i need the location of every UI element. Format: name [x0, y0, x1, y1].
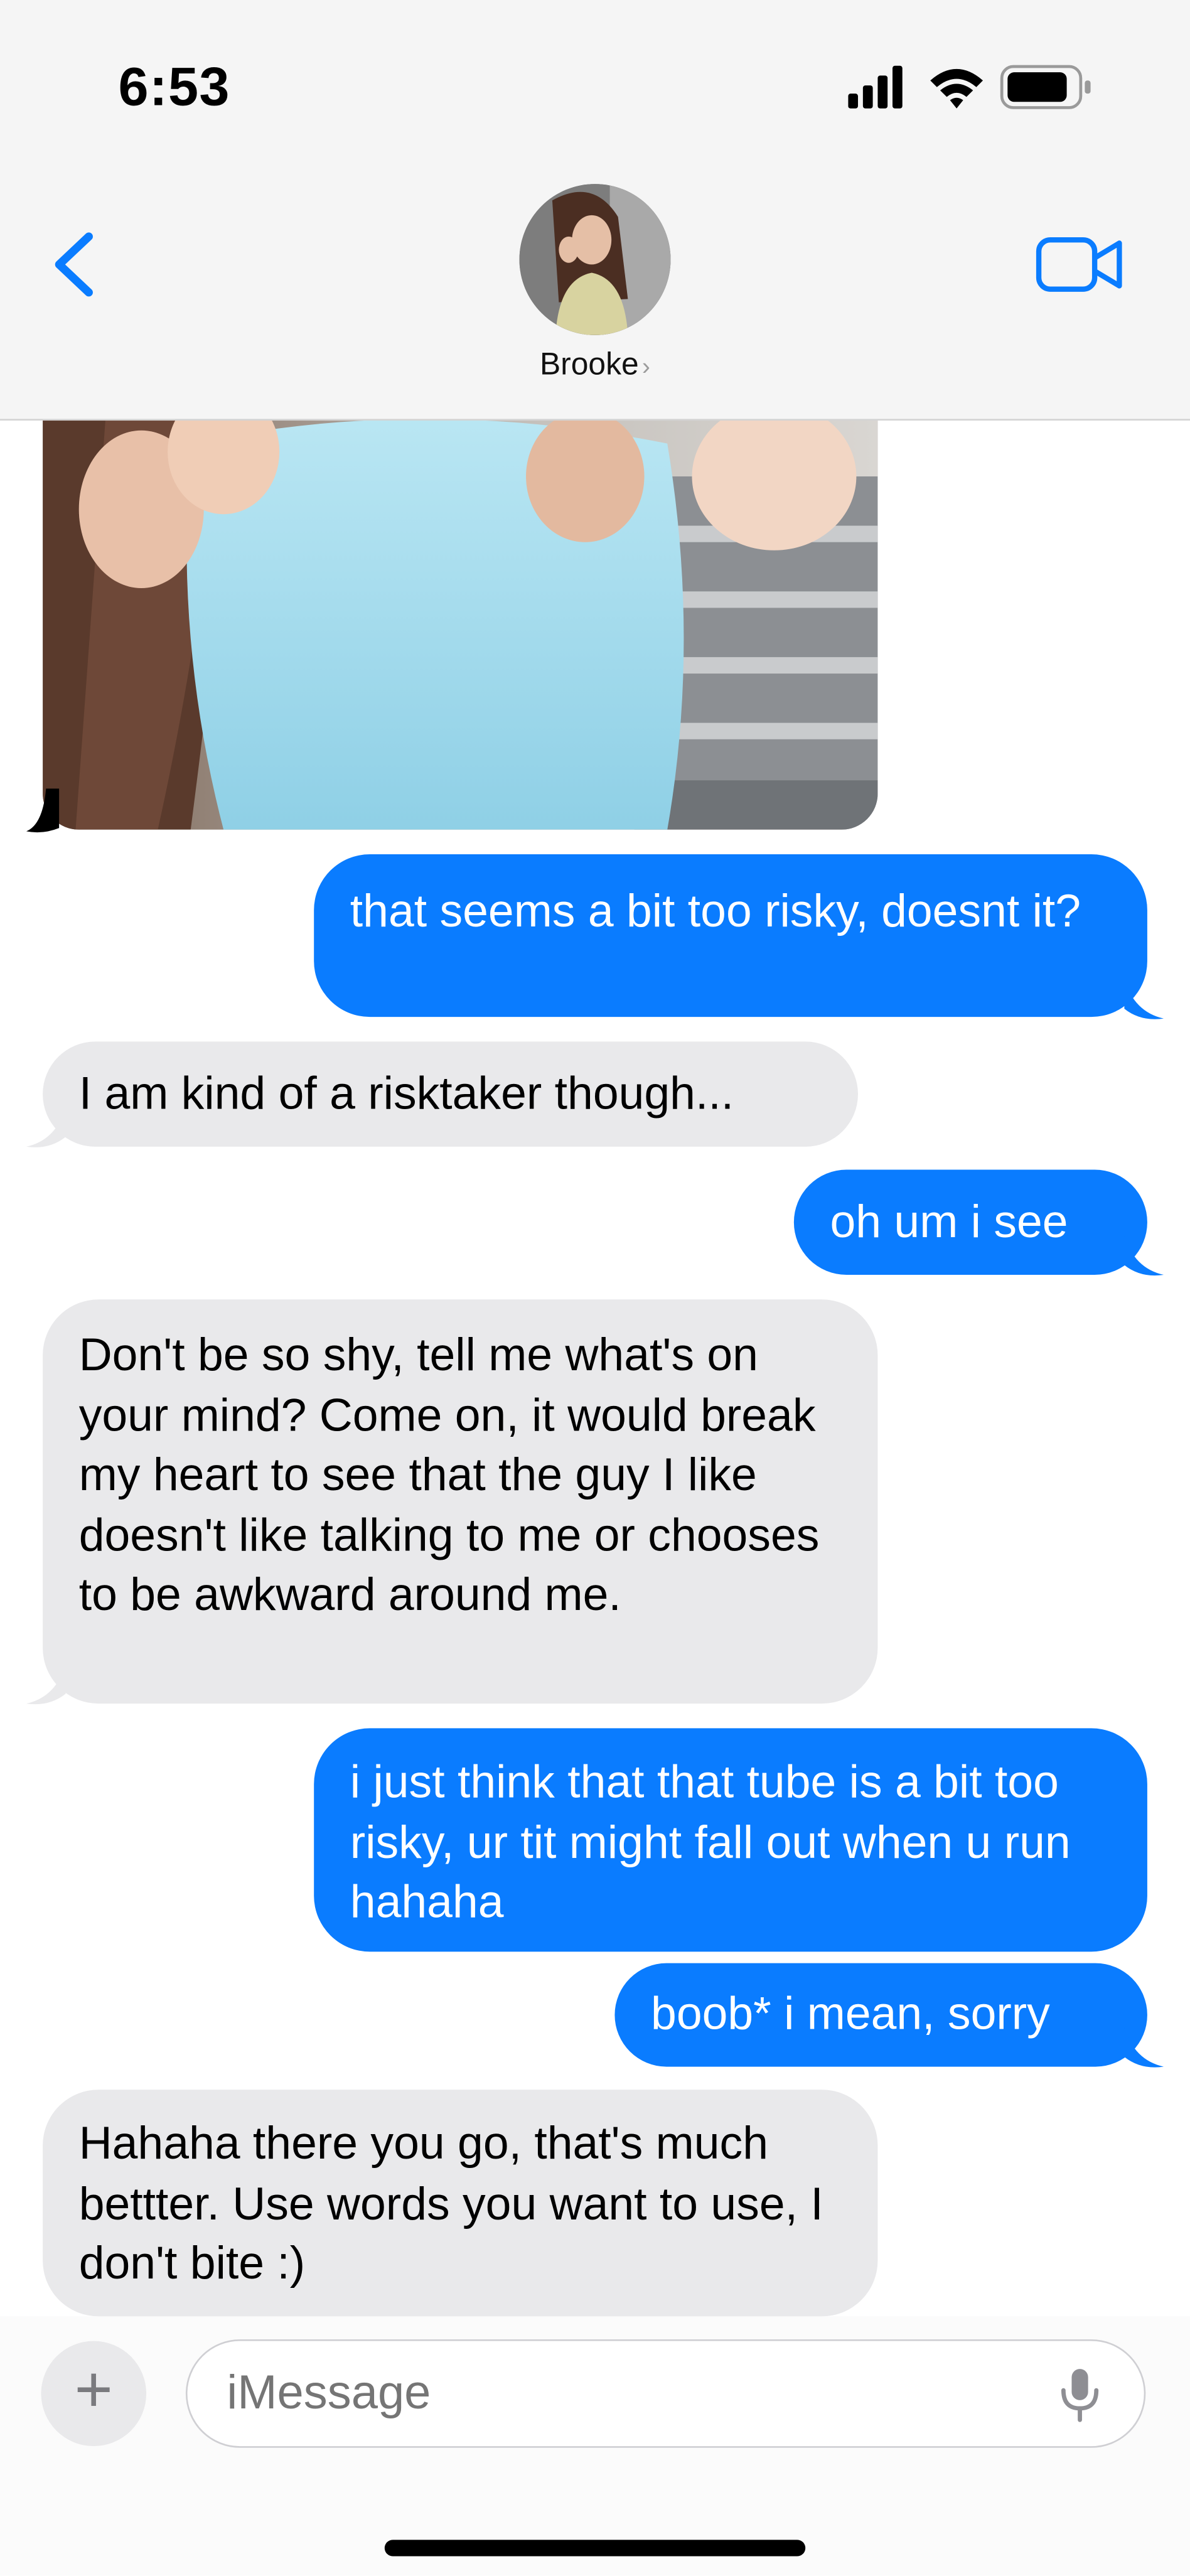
- battery-icon: [1000, 65, 1091, 109]
- status-time: 6:53: [118, 55, 230, 117]
- bubble-tail-incoming: [26, 1664, 66, 1705]
- apps-plus-button[interactable]: +: [41, 2341, 147, 2447]
- message-bubble-incoming[interactable]: Hahaha there you go, that's much bettter…: [43, 2090, 878, 2317]
- message-text: I am kind of a risktaker though...: [78, 1068, 734, 1119]
- message-text: i just think that that tube is a bit too…: [350, 1756, 1071, 1928]
- message-bubble-incoming[interactable]: Don't be so shy, tell me what's on your …: [43, 1299, 878, 1704]
- bubble-tail-incoming: [26, 1107, 66, 1147]
- contact-header[interactable]: Brooke ›: [431, 184, 759, 384]
- photo-tail: [26, 788, 60, 833]
- bubble-tail-outgoing: [1124, 1235, 1164, 1276]
- message-bubble-incoming[interactable]: I am kind of a risktaker though...: [43, 1041, 859, 1147]
- video-camera-icon[interactable]: [1036, 233, 1124, 296]
- received-photo[interactable]: [43, 377, 878, 830]
- contact-name-row[interactable]: Brooke ›: [431, 348, 759, 385]
- avatar-image: [519, 184, 671, 335]
- photo-image: [43, 377, 878, 830]
- wifi-icon: [930, 68, 984, 109]
- message-text: boob* i mean, sorry: [651, 1987, 1050, 2039]
- home-indicator[interactable]: [384, 2540, 806, 2557]
- microphone-icon[interactable]: [1059, 2366, 1102, 2425]
- composer-bar: +: [0, 2316, 1190, 2576]
- bubble-tail-outgoing: [1124, 2027, 1164, 2068]
- status-icons: [848, 65, 1091, 109]
- navigation-header: 6:53 Brooke ›: [0, 0, 1190, 421]
- message-text: oh um i see: [830, 1196, 1068, 1247]
- messages-screen: that seems a bit too risky, doesnt it? I…: [0, 0, 1190, 2576]
- message-text: that seems a bit too risky, doesnt it?: [350, 885, 1081, 936]
- cellular-signal-icon: [848, 65, 903, 109]
- contact-name: Brooke: [539, 348, 639, 383]
- imessage-input[interactable]: [185, 2339, 1146, 2448]
- message-bubble-outgoing[interactable]: boob* i mean, sorry: [614, 1963, 1147, 2067]
- message-text: Don't be so shy, tell me what's on your …: [78, 1329, 820, 1620]
- message-text: Hahaha there you go, that's much bettter…: [78, 2117, 823, 2289]
- message-bubble-outgoing[interactable]: i just think that that tube is a bit too…: [314, 1728, 1147, 1952]
- message-bubble-outgoing[interactable]: that seems a bit too risky, doesnt it?: [314, 854, 1147, 1017]
- contact-chevron-icon: ›: [641, 353, 650, 382]
- back-chevron-icon[interactable]: [43, 227, 109, 302]
- message-bubble-outgoing[interactable]: oh um i see: [793, 1169, 1147, 1275]
- avatar[interactable]: [519, 184, 671, 335]
- bubble-tail-outgoing: [1124, 979, 1164, 1019]
